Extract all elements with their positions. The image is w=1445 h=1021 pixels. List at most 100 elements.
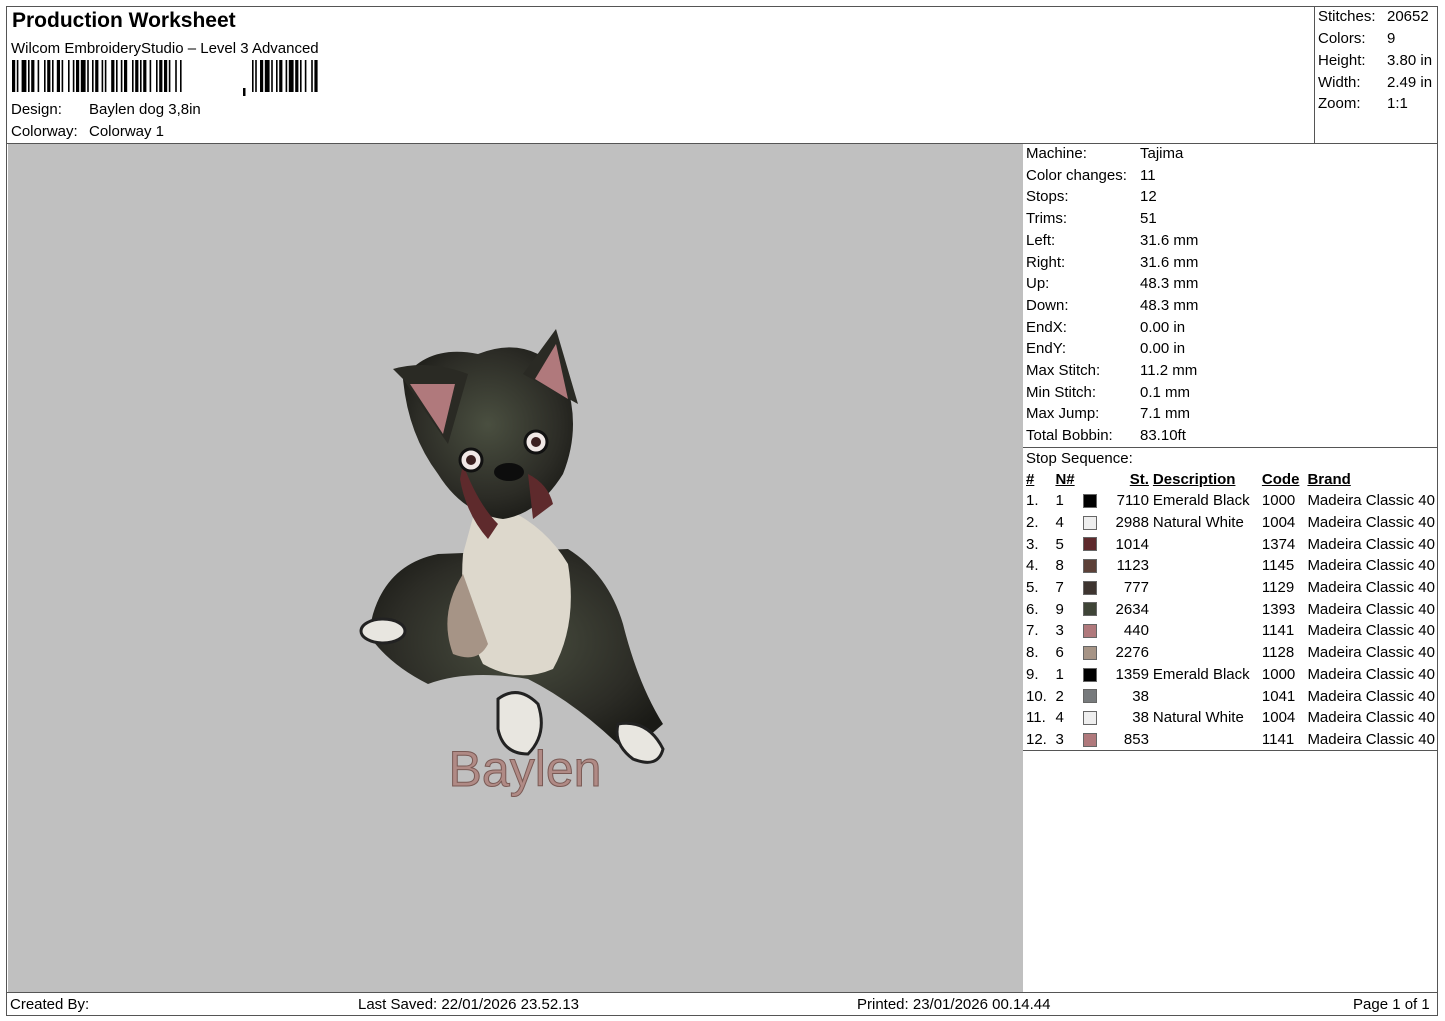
row-code: 1141 (1261, 622, 1295, 640)
software-name: Wilcom EmbroideryStudio – Level 3 Advanc… (11, 40, 319, 57)
machine-info-label: EndX: (1026, 318, 1067, 336)
machine-info-value: Tajima (1140, 145, 1184, 162)
summary-width-value: 2.49 in (1387, 74, 1433, 91)
row-stitches: 2988 (1115, 514, 1149, 532)
row-stitches: 853 (1123, 730, 1149, 748)
color-swatch (1083, 559, 1098, 574)
row-brand: Madeira Classic 40 (1307, 514, 1435, 532)
row-index: 4. (1026, 557, 1039, 575)
embroidered-name-text: Baylen (449, 741, 602, 797)
row-brand: Madeira Classic 40 (1307, 622, 1435, 640)
row-description (1151, 555, 1260, 577)
dog-embroidery-image: Baylen (359, 329, 665, 798)
row-stitches: 38 (1132, 687, 1149, 705)
row-brand: Madeira Classic 40 (1307, 579, 1435, 597)
table-row: 1. 1 7110 Emerald Black 1000 Madeira Classic … (1024, 490, 1437, 512)
row-index: 11. (1026, 709, 1046, 727)
color-swatch (1083, 624, 1098, 639)
summary-divider (1314, 7, 1315, 143)
machine-info-value: 11.2 mm (1140, 362, 1198, 379)
machine-info-label: Left: (1026, 231, 1056, 249)
table-row: 8. 6 2276 1128 Madeira Classic 40 (1024, 642, 1437, 664)
color-swatch (1083, 667, 1098, 682)
color-swatch (1083, 494, 1098, 508)
row-stitches: 2634 (1115, 600, 1149, 618)
summary-colors-value: 9 (1387, 30, 1396, 47)
table-row: 12. 3 853 1141 Madeira Classic 40 (1024, 729, 1437, 751)
machine-info-value: 11 (1140, 166, 1156, 184)
col-index-header: # (1026, 470, 1035, 488)
table-row: 6. 9 2634 1393 Madeira Classic 40 (1024, 598, 1437, 620)
row-stitches: 38 (1132, 709, 1149, 727)
row-description (1151, 729, 1260, 751)
summary-width-label: Width: (1318, 74, 1361, 91)
row-code: 1000 (1261, 665, 1296, 683)
col-description-header: Description (1152, 470, 1236, 488)
created-by: Created By: (10, 996, 90, 1013)
row-code: 1004 (1261, 709, 1296, 727)
row-description (1151, 598, 1260, 620)
color-swatch (1083, 580, 1098, 595)
table-row: 3. 5 1014 1374 Madeira Classic 40 (1024, 533, 1437, 555)
color-swatch (1083, 602, 1098, 617)
row-description (1151, 685, 1260, 707)
row-description (1151, 620, 1260, 642)
col-brand-header: Brand (1307, 470, 1351, 488)
machine-info-label: Right: (1026, 253, 1066, 271)
row-stitches: 1123 (1116, 557, 1149, 575)
machine-info-label: Machine: (1026, 145, 1087, 162)
row-stitches: 7110 (1116, 492, 1149, 510)
machine-info-value: 31.6 mm (1140, 231, 1199, 249)
table-row: 5. 7 777 1129 Madeira Classic 40 (1024, 577, 1437, 599)
stop-sequence-table: # N# St. Description Code Brand 1. 1 7110 E… (1024, 468, 1437, 750)
row-brand: Madeira Classic 40 (1307, 557, 1435, 575)
table-row: 9. 1 1359 Emerald Black 1000 Madeira Classic … (1024, 664, 1437, 686)
row-brand: Madeira Classic 40 (1307, 709, 1435, 727)
row-brand: Madeira Classic 40 (1307, 492, 1435, 510)
row-code: 1128 (1261, 644, 1295, 662)
machine-info-label: Trims: (1026, 210, 1068, 228)
stop-sequence-title: Stop Sequence: (1026, 450, 1133, 467)
summary-height-label: Height: (1318, 52, 1366, 69)
color-swatch (1083, 515, 1098, 530)
page-title: Production Worksheet (12, 9, 236, 32)
col-needle-header: N# (1055, 470, 1075, 488)
row-description: Natural White (1152, 514, 1244, 532)
footer-divider (7, 992, 1437, 993)
colorway-label: Colorway: (11, 123, 78, 140)
machine-info-label: Min Stitch: (1026, 383, 1097, 401)
machine-info-label: EndY: (1026, 340, 1067, 358)
printed-date: Printed: 23/01/2026 00.14.44 (857, 996, 1051, 1013)
row-index: 12. (1026, 730, 1047, 748)
row-brand: Madeira Classic 40 (1307, 644, 1435, 662)
row-stitches: 777 (1123, 579, 1149, 597)
machine-info-label: Max Jump: (1026, 405, 1100, 423)
color-swatch (1083, 710, 1098, 725)
summary-height-value: 3.80 in (1387, 52, 1433, 69)
machine-info-value: 12 (1140, 188, 1157, 206)
row-description (1151, 577, 1260, 599)
table-row: 10. 2 38 1041 Madeira Classic 40 (1024, 685, 1437, 707)
row-stitches: 1359 (1115, 665, 1149, 683)
color-swatch (1083, 537, 1098, 552)
row-index: 7. (1026, 622, 1039, 640)
machine-info-value: 31.6 mm (1140, 253, 1199, 271)
row-stitches: 1014 (1115, 535, 1149, 553)
summary-zoom-label: Zoom: (1318, 95, 1361, 112)
design-value: Baylen dog 3,8in (89, 101, 201, 118)
table-row: 7. 3 440 1141 Madeira Classic 40 (1024, 620, 1437, 642)
design-preview: Baylen (8, 144, 1023, 992)
row-brand: Madeira Classic 40 (1307, 600, 1435, 618)
row-code: 1129 (1261, 579, 1295, 597)
machine-info-value: 0.00 in (1140, 318, 1186, 336)
row-index: 5. (1026, 579, 1039, 597)
machine-info-value: 48.3 mm (1140, 296, 1199, 314)
row-description (1151, 533, 1260, 555)
row-code: 1141 (1261, 730, 1295, 748)
row-index: 9. (1026, 665, 1039, 683)
table-header-row: # N# St. Description Code Brand (1024, 468, 1437, 490)
machine-info-value: 48.3 mm (1140, 275, 1199, 293)
row-description: Emerald Black (1152, 492, 1250, 510)
row-index: 8. (1026, 644, 1039, 662)
row-brand: Madeira Classic 40 (1307, 730, 1435, 748)
